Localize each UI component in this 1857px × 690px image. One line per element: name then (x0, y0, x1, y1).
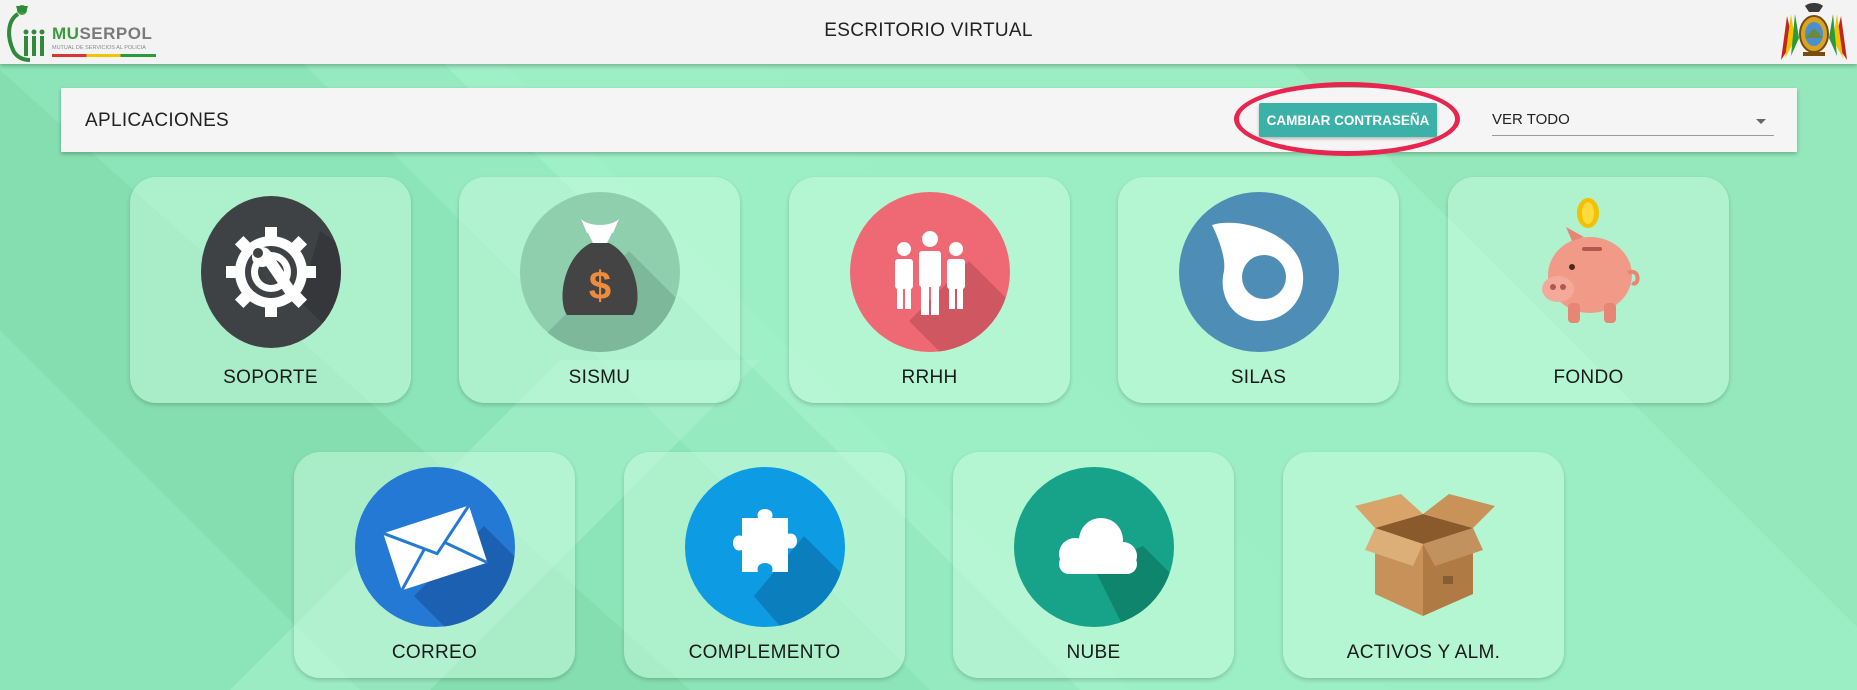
app-tile-complemento[interactable]: COMPLEMENTO (624, 452, 905, 678)
envelope-icon (355, 467, 515, 627)
filter-select[interactable]: VER TODO (1492, 102, 1774, 136)
app-tile-label: NUBE (1066, 642, 1121, 663)
logo-subtitle: MUTUAL DE SERVICIOS AL POLICIA (52, 45, 146, 51)
svg-text:$: $ (589, 264, 611, 308)
app-tile-nube[interactable]: NUBE (953, 452, 1234, 678)
gear-wrench-icon (201, 196, 341, 348)
change-password-button[interactable]: CAMBIAR CONTRASEÑA (1259, 103, 1437, 137)
logo-flag-stripe (52, 54, 156, 57)
app-tile-label: CORREO (391, 642, 478, 663)
bolivia-coat-of-arms (1779, 2, 1849, 62)
app-tile-rrhh[interactable]: RRHH (789, 177, 1070, 403)
people-group-icon (850, 192, 1010, 352)
cloud-icon (1014, 467, 1174, 627)
chevron-down-icon (1756, 119, 1766, 124)
silas-logo-icon (1179, 192, 1339, 352)
app-tile-label: ACTIVOS Y ALM. (1346, 642, 1501, 663)
app-tile-label: RRHH (901, 367, 958, 388)
app-tile-fondo[interactable]: FONDO (1448, 177, 1729, 403)
toolbar-title: APLICACIONES (85, 110, 230, 131)
money-bag-icon: $ (520, 192, 680, 352)
app-tile-activos[interactable]: ACTIVOS Y ALM. (1283, 452, 1564, 678)
page-title: ESCRITORIO VIRTUAL (824, 20, 1033, 41)
filter-select-value: VER TODO (1492, 111, 1570, 128)
app-tile-label: SISMU (568, 367, 631, 388)
app-tile-label: SOPORTE (223, 367, 318, 388)
puzzle-piece-icon (685, 467, 845, 627)
app-tile-correo[interactable]: CORREO (294, 452, 575, 678)
app-tile-silas[interactable]: SILAS (1118, 177, 1399, 403)
app-tile-label: COMPLEMENTO (688, 642, 841, 663)
cardboard-box-icon (1355, 494, 1495, 616)
applications-toolbar: APLICACIONES CAMBIAR CONTRASEÑA VER TODO (61, 82, 1797, 156)
app-tile-soporte[interactable]: SOPORTE (130, 177, 411, 403)
coat-of-arms-icon (1781, 3, 1847, 60)
top-bar: MUSERPOL MUTUAL DE SERVICIOS AL POLICIA … (0, 0, 1857, 64)
app-tile-sismu[interactable]: $ SISMU (459, 177, 740, 403)
app-tile-label: FONDO (1553, 367, 1624, 388)
piggy-bank-icon (1542, 198, 1640, 323)
app-tile-label: SILAS (1230, 367, 1287, 388)
